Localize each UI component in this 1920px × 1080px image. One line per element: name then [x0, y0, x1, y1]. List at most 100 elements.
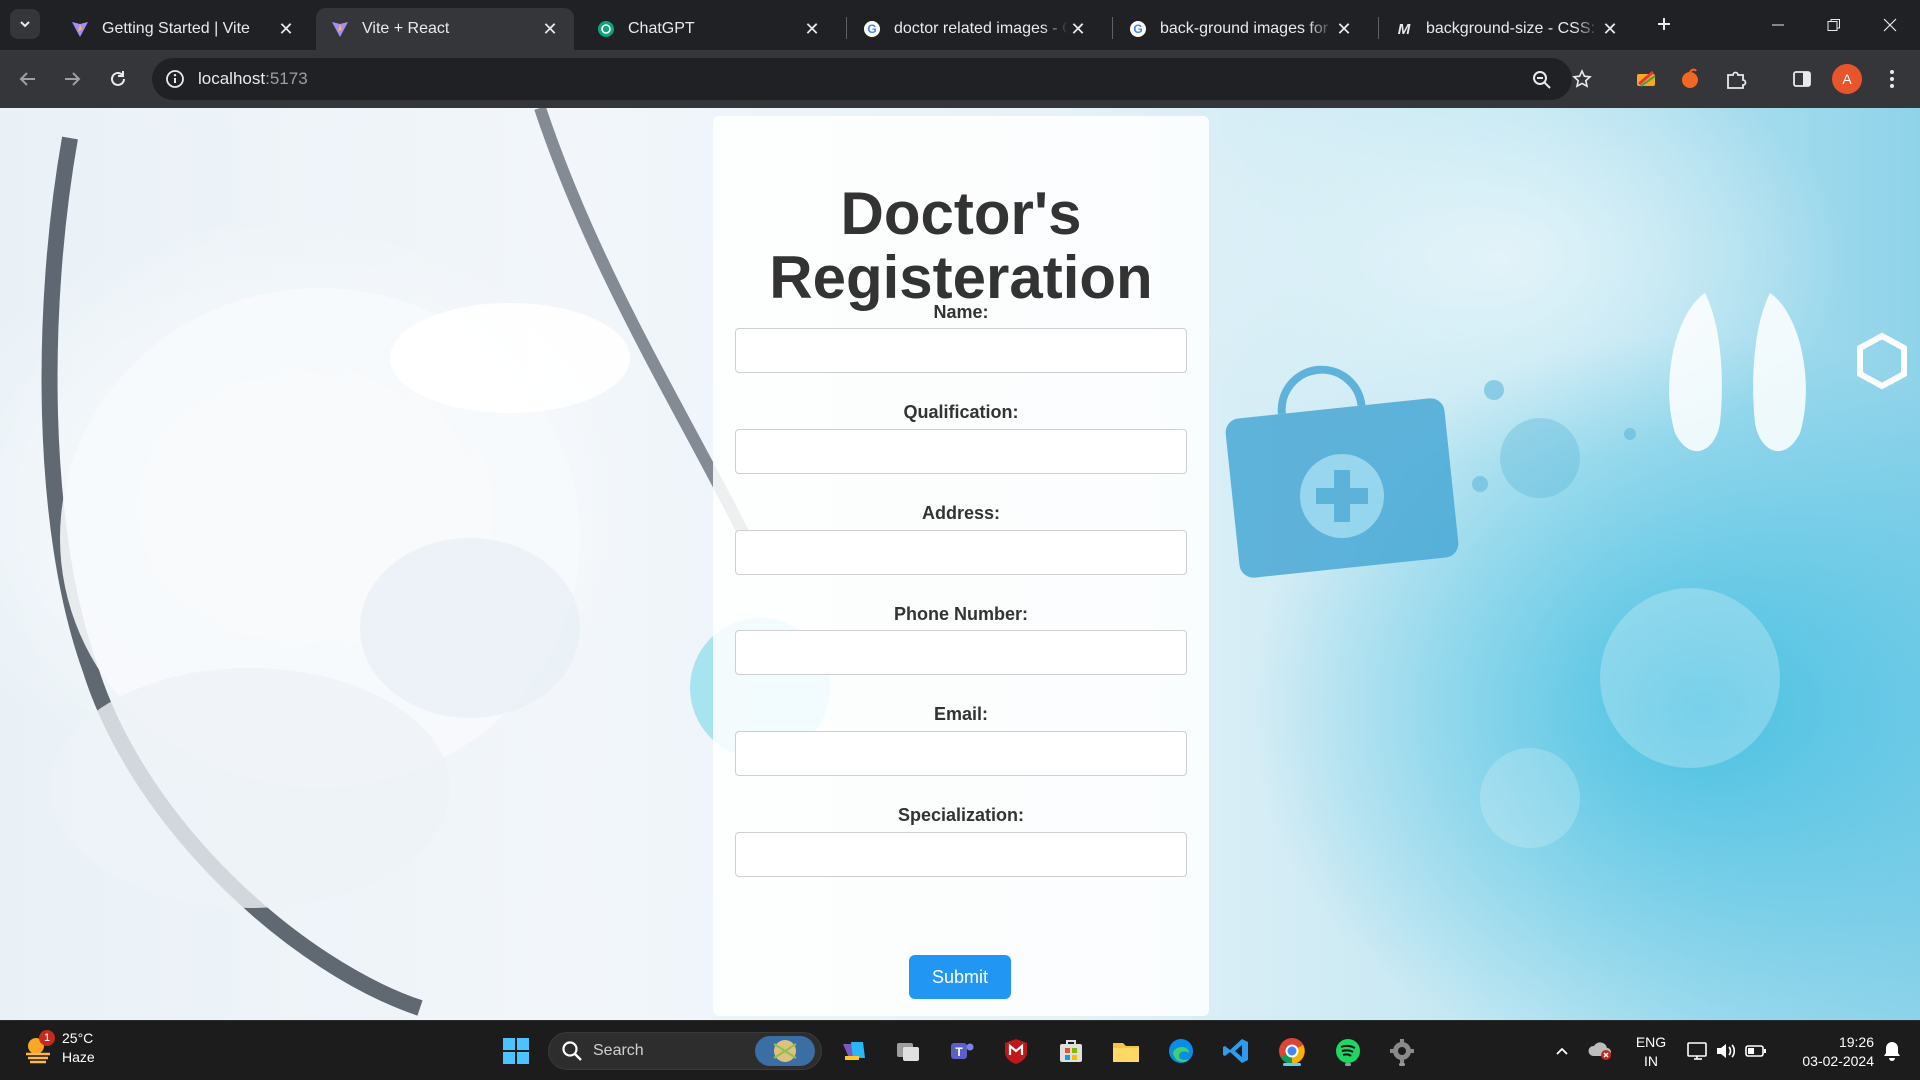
- start-button[interactable]: [498, 1033, 534, 1069]
- site-info-icon[interactable]: [164, 68, 186, 90]
- forward-button[interactable]: [56, 63, 88, 95]
- chevron-up-icon[interactable]: [1544, 1033, 1580, 1069]
- qualification-label: Qualification:: [903, 402, 1019, 422]
- name-input[interactable]: [735, 328, 1187, 373]
- running-app-indicator: [1345, 1063, 1351, 1066]
- tab-doctor-images-google[interactable]: G doctor related images - Google Search …: [848, 8, 1102, 50]
- close-icon[interactable]: ✕: [802, 19, 822, 39]
- tab-strip: Getting Started | Vite ✕ Vite + React ✕ …: [0, 0, 1920, 50]
- phone-number-label: Phone Number:: [893, 604, 1028, 624]
- tab-mdn-background-size[interactable]: M background-size - CSS: Cascading Style…: [1380, 8, 1634, 50]
- google-logo-icon: G: [862, 19, 882, 39]
- running-app-indicator: [1399, 1063, 1405, 1066]
- browser-toolbar: localhost:5173 A: [0, 50, 1920, 108]
- taskbar-search[interactable]: Search: [548, 1032, 822, 1070]
- extension-colorful-icon[interactable]: [1630, 63, 1662, 95]
- back-button[interactable]: [12, 63, 44, 95]
- language-indicator[interactable]: ENG IN: [1628, 1033, 1674, 1071]
- restore-button[interactable]: [1806, 0, 1862, 50]
- windows-logo-icon: [503, 1038, 529, 1064]
- phone-number-input[interactable]: [735, 630, 1187, 675]
- file-explorer-icon[interactable]: [1108, 1033, 1144, 1069]
- onedrive-error-icon[interactable]: [1582, 1033, 1618, 1069]
- minimize-button[interactable]: [1750, 0, 1806, 50]
- specialization-input[interactable]: [735, 832, 1187, 877]
- tab-title: background-size - CSS: Cascading Style S…: [1426, 20, 1600, 37]
- kebab-menu-icon[interactable]: [1876, 63, 1908, 95]
- arrow-left-icon: [19, 72, 35, 86]
- tab-vite-react[interactable]: Vite + React ✕: [316, 8, 574, 50]
- name-label: Name:: [933, 302, 989, 322]
- svg-text:T: T: [955, 1045, 963, 1059]
- email-input[interactable]: [735, 731, 1187, 776]
- copilot-icon[interactable]: [836, 1033, 872, 1069]
- chrome-icon[interactable]: [1274, 1033, 1310, 1069]
- restore-icon: [1827, 19, 1840, 31]
- close-icon[interactable]: ✕: [276, 19, 296, 39]
- extensions-puzzle-icon[interactable]: [1720, 63, 1752, 95]
- task-view-icon[interactable]: [890, 1033, 926, 1069]
- tab-title: ChatGPT: [628, 20, 695, 37]
- language-code: ENG: [1635, 1034, 1667, 1050]
- region-code: IN: [1644, 1053, 1658, 1069]
- address-bar[interactable]: localhost:5173: [152, 58, 1572, 100]
- tab-background-images[interactable]: G back-ground images for doctor ✕: [1114, 8, 1368, 50]
- microsoft-store-icon[interactable]: [1053, 1033, 1089, 1069]
- vite-logo-icon: [330, 19, 350, 39]
- chevron-down-icon: [20, 21, 30, 28]
- bookmark-star-icon[interactable]: [1566, 63, 1598, 95]
- tab-getting-started-vite[interactable]: Getting Started | Vite ✕: [56, 8, 310, 50]
- address-input[interactable]: [735, 530, 1187, 575]
- notification-bell-icon[interactable]: [1874, 1033, 1910, 1069]
- search-highlight-icon: [755, 1036, 815, 1066]
- tab-chatgpt[interactable]: ChatGPT ✕: [582, 8, 836, 50]
- close-icon[interactable]: ✕: [540, 19, 560, 39]
- form-title-line1: Doctor's: [840, 180, 1082, 247]
- profile-avatar[interactable]: A: [1832, 64, 1862, 94]
- url-port: :5173: [265, 69, 308, 88]
- reload-button[interactable]: [102, 63, 134, 95]
- close-icon[interactable]: ✕: [1334, 19, 1354, 39]
- weather-alert-badge: 1: [39, 1030, 55, 1046]
- form-title: Doctor's Registeration: [713, 182, 1209, 310]
- svg-text:G: G: [867, 22, 876, 36]
- edge-icon[interactable]: [1163, 1033, 1199, 1069]
- tab-separator: [1378, 17, 1379, 39]
- vscode-icon[interactable]: [1218, 1033, 1254, 1069]
- extension-orange-icon[interactable]: [1674, 63, 1706, 95]
- form-title-line2: Registeration: [769, 244, 1153, 311]
- mdn-logo-icon: M: [1397, 20, 1411, 38]
- page-viewport: Doctor's Registeration Name: Qualificati…: [0, 108, 1920, 1020]
- side-panel-icon[interactable]: [1786, 63, 1818, 95]
- plus-icon: [1658, 18, 1670, 30]
- mcafee-icon[interactable]: [998, 1033, 1034, 1069]
- close-icon[interactable]: ✕: [1600, 19, 1620, 39]
- weather-temp: 25°C: [62, 1030, 94, 1046]
- spotify-icon[interactable]: [1330, 1033, 1366, 1069]
- arrow-right-icon: [65, 72, 81, 86]
- close-window-button[interactable]: [1862, 0, 1918, 50]
- teams-icon[interactable]: T: [944, 1033, 980, 1069]
- search-label: Search: [593, 1042, 644, 1059]
- url-host: localhost: [198, 69, 266, 88]
- tab-search-button[interactable]: [10, 9, 40, 39]
- svg-text:G: G: [1133, 22, 1142, 36]
- tab-title: doctor related images - Google Search: [894, 20, 1068, 37]
- tab-title: Getting Started | Vite: [102, 20, 250, 37]
- close-icon: [1883, 18, 1897, 32]
- battery-icon[interactable]: [1738, 1033, 1774, 1069]
- close-icon[interactable]: ✕: [1068, 19, 1088, 39]
- weather-widget[interactable]: 1 25°C Haze: [22, 1029, 95, 1067]
- minimize-icon: [1772, 24, 1784, 26]
- clock[interactable]: 19:26 03-02-2024: [1780, 1033, 1874, 1071]
- submit-button[interactable]: Submit: [909, 955, 1011, 999]
- zoom-icon[interactable]: [1530, 68, 1554, 92]
- vite-logo-icon: [70, 19, 90, 39]
- new-tab-button[interactable]: [1650, 10, 1678, 38]
- tab-separator: [1112, 17, 1113, 39]
- tab-title: back-ground images for doctor: [1160, 20, 1334, 37]
- weather-text: 25°C Haze: [62, 1029, 95, 1067]
- active-app-indicator: [1283, 1063, 1301, 1066]
- settings-gear-icon[interactable]: [1384, 1033, 1420, 1069]
- qualification-input[interactable]: [735, 429, 1187, 474]
